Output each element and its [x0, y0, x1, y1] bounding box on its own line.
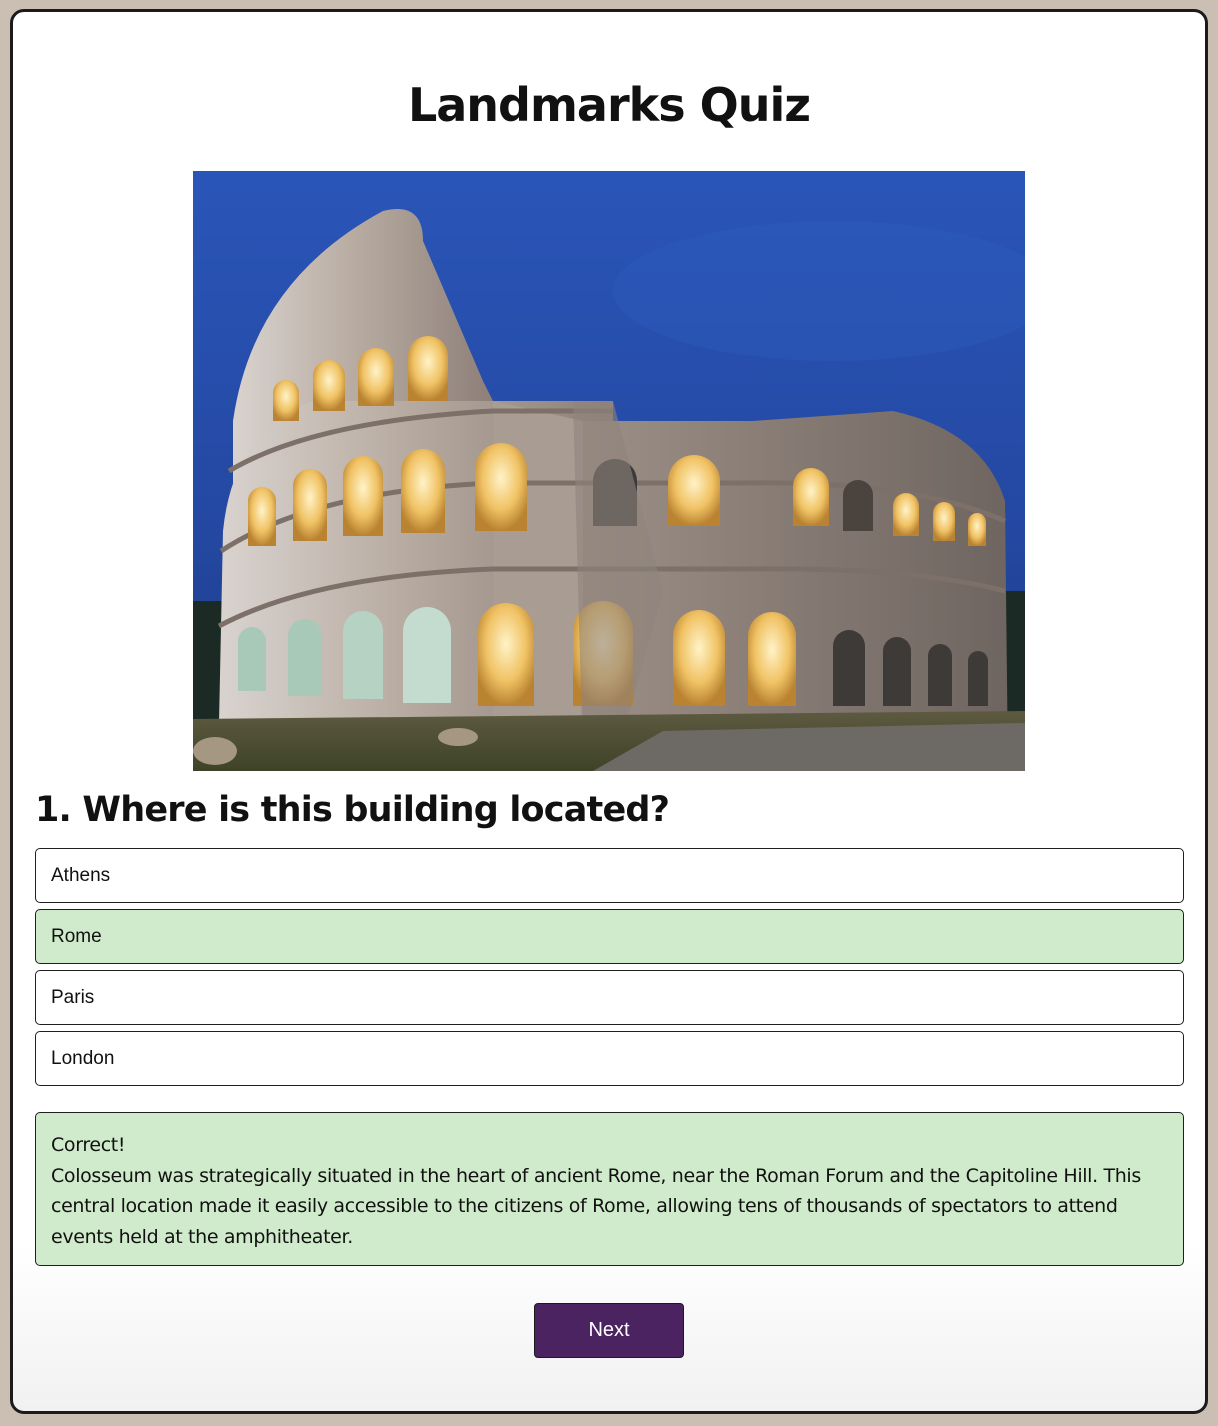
option-london[interactable]: London — [35, 1031, 1184, 1086]
option-athens[interactable]: Athens — [35, 848, 1184, 903]
next-button[interactable]: Next — [534, 1303, 684, 1358]
question-text: 1. Where is this building located? — [35, 790, 670, 830]
quiz-card: Landmarks Quiz 1. Where is this building… — [10, 9, 1208, 1414]
feedback-panel: Correct! Colosseum was strategically sit… — [35, 1112, 1184, 1266]
option-rome[interactable]: Rome — [35, 909, 1184, 964]
option-paris[interactable]: Paris — [35, 970, 1184, 1025]
answer-options: Athens Rome Paris London — [35, 848, 1184, 1092]
quiz-title: Landmarks Quiz — [407, 78, 811, 132]
feedback-explanation: Colosseum was strategically situated in … — [51, 1164, 1141, 1248]
landmark-photo — [193, 171, 1025, 771]
feedback-status: Correct! — [51, 1134, 126, 1156]
